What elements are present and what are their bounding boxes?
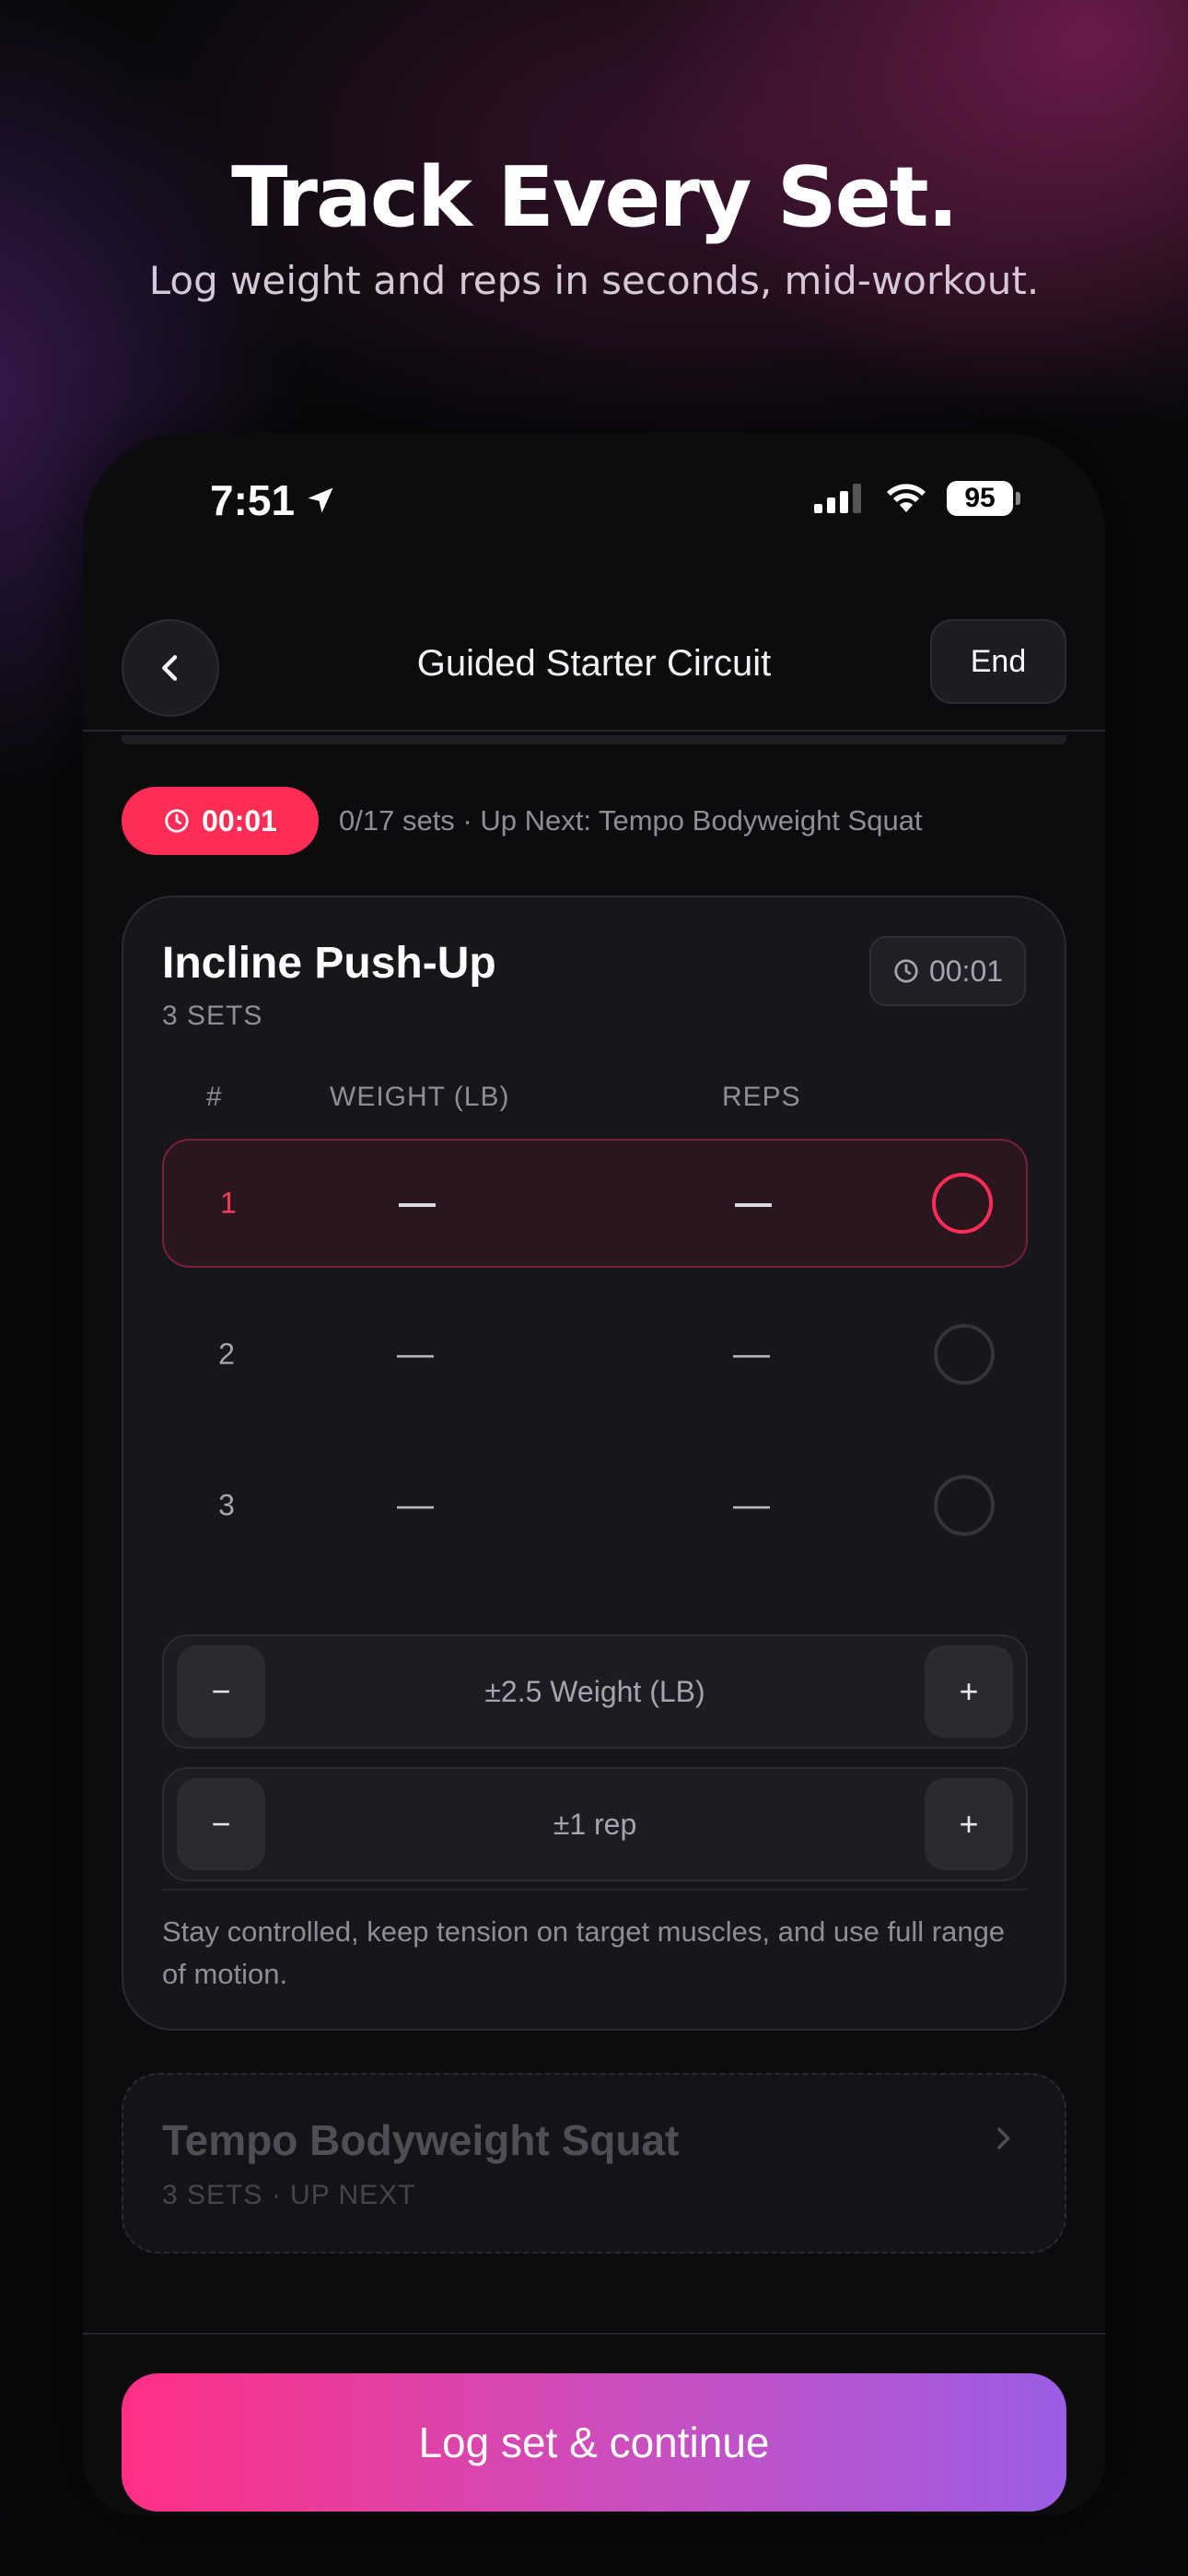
clock-icon xyxy=(894,959,918,983)
set-weight-value[interactable]: — xyxy=(397,1485,434,1527)
column-header-reps: REPS xyxy=(722,1082,801,1112)
set-weight-value[interactable]: — xyxy=(397,1334,434,1376)
session-info: 0/17 sets · Up Next: Tempo Bodyweight Sq… xyxy=(339,804,923,837)
log-set-button[interactable]: Log set & continue xyxy=(122,2373,1066,2512)
exercise-timer: 00:01 xyxy=(869,936,1026,1006)
exercise-card: Incline Push-Up 3 SETS 00:01 # WEIGHT (L… xyxy=(122,896,1066,2031)
wifi-icon xyxy=(887,484,926,512)
reps-stepper-label: ±1 rep xyxy=(553,1808,637,1841)
column-header-num: # xyxy=(206,1082,223,1112)
set-reps-value[interactable]: — xyxy=(733,1334,770,1376)
weight-stepper-label: ±2.5 Weight (LB) xyxy=(484,1675,705,1708)
set-number: 3 xyxy=(218,1488,235,1522)
status-time: 7:51 xyxy=(210,475,337,525)
cellular-signal-icon xyxy=(814,484,861,513)
set-complete-checkbox[interactable] xyxy=(934,1324,995,1385)
next-exercise-card[interactable]: Tempo Bodyweight Squat 3 SETS · UP NEXT xyxy=(122,2073,1066,2254)
set-weight-value[interactable]: — xyxy=(399,1183,436,1224)
session-timer-pill[interactable]: 00:01 xyxy=(122,787,319,855)
set-complete-checkbox[interactable] xyxy=(934,1475,995,1536)
exercise-sets-label: 3 SETS xyxy=(162,1001,263,1031)
bottom-divider xyxy=(83,2333,1105,2335)
hero-title: Track Every Set. xyxy=(231,149,959,246)
card-divider xyxy=(162,1889,1028,1891)
set-number: 1 xyxy=(220,1186,237,1220)
reps-increment-button[interactable]: + xyxy=(925,1778,1013,1870)
set-row[interactable]: 2 — — xyxy=(162,1290,1028,1419)
status-time-text: 7:51 xyxy=(210,476,296,524)
battery-level: 95 xyxy=(947,481,1013,516)
set-reps-value[interactable]: — xyxy=(735,1183,772,1224)
exercise-title: Incline Push-Up xyxy=(162,939,496,988)
next-exercise-title: Tempo Bodyweight Squat xyxy=(162,2116,680,2164)
phone-frame: 7:51 95 Guided Starter Circuit End 00:01… xyxy=(83,433,1105,2515)
nav-divider xyxy=(83,730,1105,732)
battery-cap xyxy=(1016,492,1020,505)
session-row: 00:01 0/17 sets · Up Next: Tempo Bodywei… xyxy=(122,787,923,855)
weight-stepper: − ±2.5 Weight (LB) + xyxy=(162,1634,1028,1749)
set-number: 2 xyxy=(218,1337,235,1371)
next-exercise-subtitle: 3 SETS · UP NEXT xyxy=(162,2180,416,2210)
hero-subtitle: Log weight and reps in seconds, mid-work… xyxy=(148,258,1040,303)
exercise-note: Stay controlled, keep tension on target … xyxy=(162,1915,1006,1990)
exercise-timer-text: 00:01 xyxy=(928,954,1004,988)
battery-icon: 95 xyxy=(947,481,1020,516)
set-complete-checkbox[interactable] xyxy=(932,1173,993,1234)
end-workout-button[interactable]: End xyxy=(930,619,1066,704)
location-arrow-icon xyxy=(308,487,333,513)
status-icons: 95 xyxy=(814,481,1020,516)
set-reps-value[interactable]: — xyxy=(733,1485,770,1527)
clock-icon xyxy=(165,809,189,833)
set-row[interactable]: 3 — — xyxy=(162,1441,1028,1570)
session-timer-text: 00:01 xyxy=(202,803,277,837)
chevron-right-icon xyxy=(997,2127,1010,2149)
column-header-weight: WEIGHT (LB) xyxy=(330,1082,510,1112)
set-row[interactable]: 1 — — xyxy=(162,1139,1028,1268)
status-bar: 7:51 95 xyxy=(83,433,1105,571)
workout-progress-bar xyxy=(122,735,1066,744)
hero: Track Every Set. Log weight and reps in … xyxy=(0,147,1188,303)
nav-bar: Guided Starter Circuit End xyxy=(83,608,1105,737)
reps-stepper: − ±1 rep + xyxy=(162,1767,1028,1881)
weight-increment-button[interactable]: + xyxy=(925,1645,1013,1738)
